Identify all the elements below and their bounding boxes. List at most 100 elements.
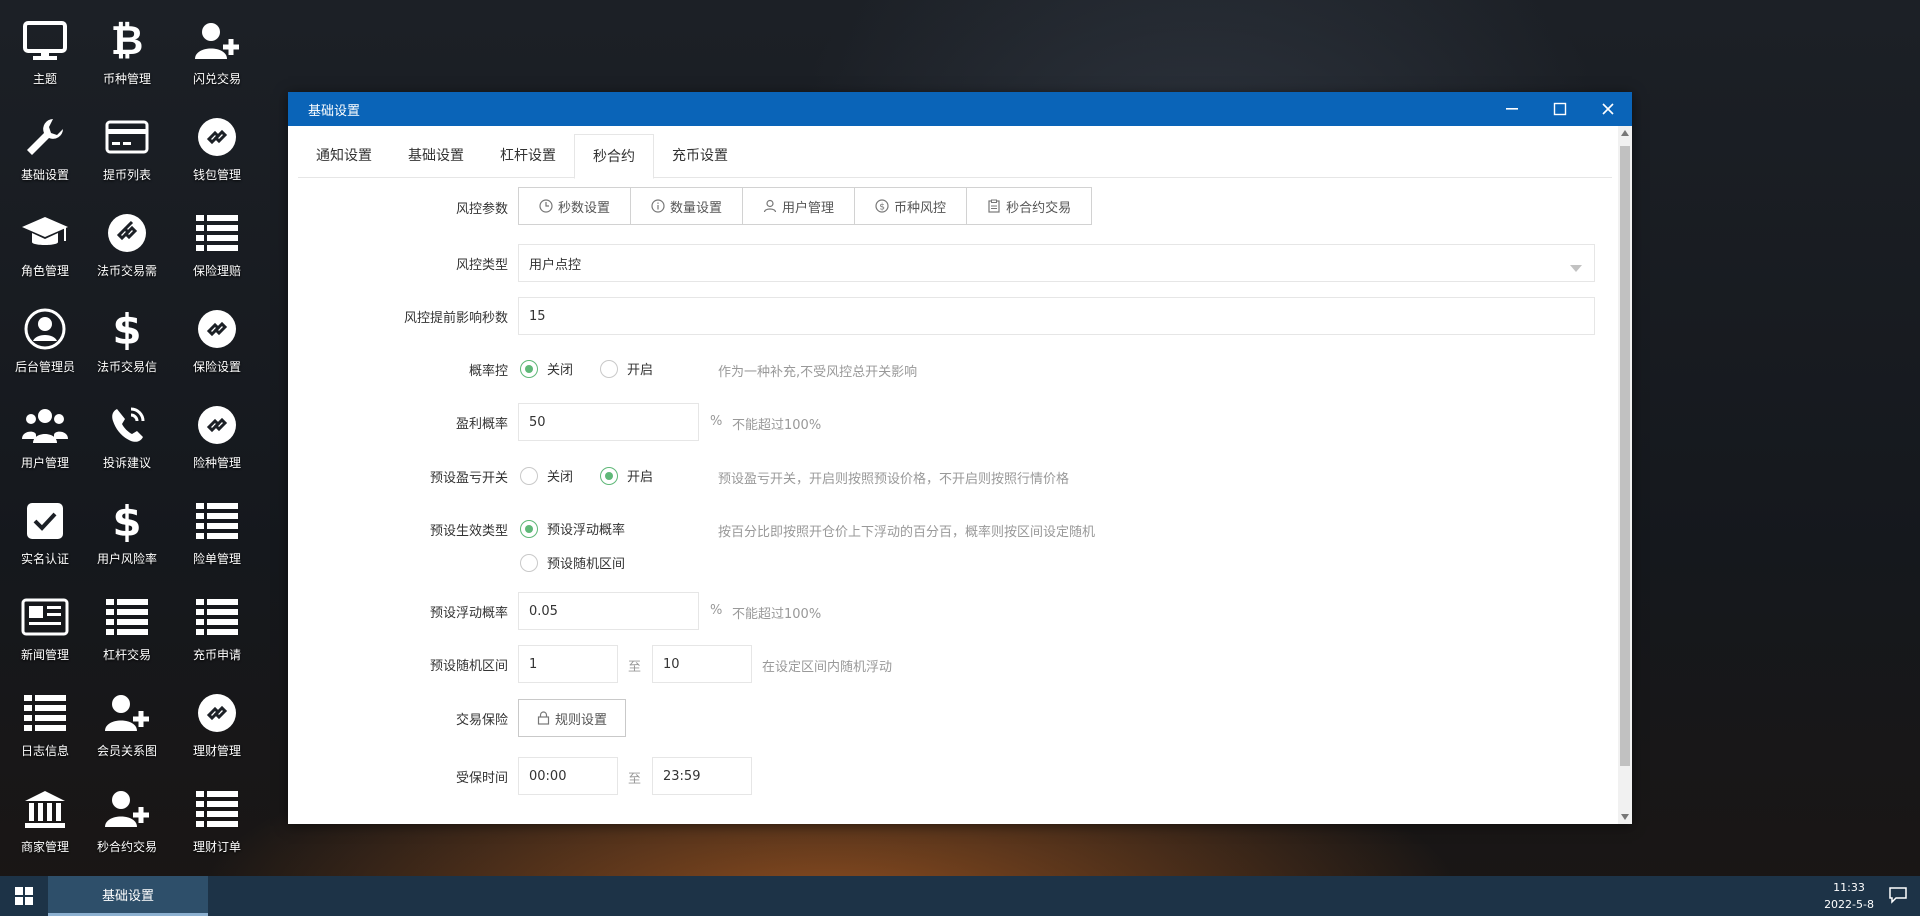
close-button[interactable] bbox=[1584, 92, 1632, 126]
scroll-down-arrow-icon[interactable] bbox=[1621, 814, 1629, 820]
users-group-icon bbox=[17, 398, 73, 452]
tab-basic-settings[interactable]: 基础设置 bbox=[390, 134, 482, 178]
radio-checked-icon bbox=[520, 519, 538, 538]
radio-checked-icon bbox=[520, 359, 538, 378]
desktop-icon-insurance-claims[interactable]: 保险理赔 bbox=[172, 192, 262, 284]
desktop-icon-insurance-settings[interactable]: 保险设置 bbox=[172, 288, 262, 380]
tab-second-contract[interactable]: 秒合约 bbox=[574, 134, 654, 179]
preset-type-label: 预设生效类型 bbox=[429, 524, 508, 539]
desktop-icons: 主题 基础设置 角色管理 后台管理员 用户管理 实名认证 新闻管理 日志信息 商… bbox=[0, 0, 250, 876]
desktop-icon-flash-exchange[interactable]: 闪兑交易 bbox=[172, 0, 262, 92]
list-icon bbox=[189, 494, 245, 548]
desktop-icon-policy-management[interactable]: 险单管理 bbox=[172, 480, 262, 572]
list-icon bbox=[189, 206, 245, 260]
preset-switch-on-radio[interactable]: 开启 bbox=[600, 466, 653, 485]
minimize-button[interactable] bbox=[1488, 92, 1536, 126]
tab-deposit-settings[interactable]: 充币设置 bbox=[654, 134, 746, 178]
quantity-settings-button[interactable]: 数量设置 bbox=[631, 188, 744, 224]
desktop-icon-fiat-demand[interactable]: 法币交易需 bbox=[82, 192, 172, 284]
rule-settings-button[interactable]: 规则设置 bbox=[518, 699, 627, 737]
desktop-icon-basic-settings[interactable]: 基础设置 bbox=[0, 96, 90, 188]
preset-type-float-radio[interactable]: 预设浮动概率 bbox=[520, 519, 625, 538]
preset-type-hint: 按百分比即按照开仓价上下浮动的百分百，概率则按区间设定随机 bbox=[718, 525, 1096, 540]
dollar-circle-icon: $ bbox=[875, 199, 889, 213]
system-clock[interactable]: 11:33 2022-5-8 bbox=[1824, 879, 1874, 913]
prob-control-on-radio[interactable]: 开启 bbox=[600, 359, 653, 378]
protect-time-label: 受保时间 bbox=[455, 771, 508, 786]
preset-type-random-radio[interactable]: 预设随机区间 bbox=[520, 553, 625, 572]
random-range-label: 预设随机区间 bbox=[429, 659, 508, 674]
preset-switch-off-radio[interactable]: 关闭 bbox=[520, 466, 573, 485]
radio-checked-icon bbox=[600, 466, 618, 485]
desktop-icon-second-contract-trade[interactable]: 秒合约交易 bbox=[82, 768, 172, 860]
start-button[interactable] bbox=[0, 876, 48, 916]
prob-control-off-radio[interactable]: 关闭 bbox=[520, 359, 573, 378]
profit-prob-input[interactable]: 50 bbox=[518, 403, 699, 441]
taskbar-item-basic-settings[interactable]: 基础设置 bbox=[48, 876, 208, 916]
desktop-icon-insurance-types[interactable]: 险种管理 bbox=[172, 384, 262, 476]
random-range-to-label: 至 bbox=[628, 660, 642, 675]
desktop-icon-logs[interactable]: 日志信息 bbox=[0, 672, 90, 764]
coin-risk-button[interactable]: $ 币种风控 bbox=[855, 188, 968, 224]
risk-seconds-input[interactable]: 15 bbox=[518, 297, 1595, 335]
dollar-icon: $ bbox=[112, 304, 142, 354]
notification-button[interactable] bbox=[1888, 886, 1908, 908]
desktop-icon-admin[interactable]: 后台管理员 bbox=[0, 288, 90, 380]
windows-logo-icon bbox=[15, 887, 33, 905]
tab-leverage-settings[interactable]: 杠杆设置 bbox=[482, 134, 574, 178]
desktop-icon-theme[interactable]: 主题 bbox=[0, 0, 90, 92]
maximize-icon bbox=[1553, 102, 1567, 116]
link-circle-icon bbox=[189, 398, 245, 452]
user-management-button[interactable]: 用户管理 bbox=[743, 188, 856, 224]
second-contract-trade-button[interactable]: 秒合约交易 bbox=[967, 188, 1091, 224]
preset-switch-label: 预设盈亏开关 bbox=[429, 471, 508, 486]
desktop-icon-coin-management[interactable]: ₿ 币种管理 bbox=[82, 0, 172, 92]
seconds-settings-button[interactable]: 秒数设置 bbox=[519, 188, 632, 224]
desktop-icon-deposit-requests[interactable]: 充币申请 bbox=[172, 576, 262, 668]
desktop-icon-news[interactable]: 新闻管理 bbox=[0, 576, 90, 668]
risk-seconds-label: 风控提前影响秒数 bbox=[403, 311, 508, 326]
desktop-icon-user-risk[interactable]: $ 用户风险率 bbox=[82, 480, 172, 572]
desktop-icon-role-management[interactable]: 角色管理 bbox=[0, 192, 90, 284]
random-range-from-input[interactable]: 1 bbox=[518, 645, 618, 683]
desktop-icon-user-management[interactable]: 用户管理 bbox=[0, 384, 90, 476]
desktop-icon-real-name[interactable]: 实名认证 bbox=[0, 480, 90, 572]
phone-icon bbox=[99, 398, 155, 452]
desktop-icon-member-relations[interactable]: 会员关系图 bbox=[82, 672, 172, 764]
desktop-icon-wallet[interactable]: 钱包管理 bbox=[172, 96, 262, 188]
list-icon bbox=[99, 590, 155, 644]
scrollbar-thumb[interactable] bbox=[1620, 146, 1630, 766]
link-circle-icon bbox=[189, 686, 245, 740]
tab-bar: 通知设置 基础设置 杠杆设置 秒合约 充币设置 bbox=[298, 134, 1612, 179]
maximize-button[interactable] bbox=[1536, 92, 1584, 126]
desktop-icon-complaints[interactable]: 投诉建议 bbox=[82, 384, 172, 476]
window-titlebar[interactable]: 基础设置 bbox=[288, 92, 1632, 126]
tab-notification-settings[interactable]: 通知设置 bbox=[298, 134, 390, 178]
desktop-icon-finance-management[interactable]: 理财管理 bbox=[172, 672, 262, 764]
user-plus-icon bbox=[99, 686, 155, 740]
protect-time-to-input[interactable]: 23:59 bbox=[652, 757, 752, 795]
scroll-up-arrow-icon[interactable] bbox=[1621, 130, 1629, 136]
random-range-to-input[interactable]: 10 bbox=[652, 645, 752, 683]
protect-time-from-input[interactable]: 00:00 bbox=[518, 757, 618, 795]
clock-time: 11:33 bbox=[1833, 881, 1865, 894]
radio-unchecked-icon bbox=[600, 359, 618, 378]
profit-prob-label: 盈利概率 bbox=[455, 417, 508, 432]
profit-prob-hint: 不能超过100% bbox=[732, 418, 822, 433]
vertical-scrollbar[interactable] bbox=[1618, 126, 1632, 824]
desktop-icon-fiat-info[interactable]: $ 法币交易信 bbox=[82, 288, 172, 380]
user-icon bbox=[763, 199, 777, 213]
graduation-cap-icon bbox=[17, 206, 73, 260]
desktop-icon-finance-orders[interactable]: 理财订单 bbox=[172, 768, 262, 860]
desktop-icon-withdraw-list[interactable]: 提币列表 bbox=[82, 96, 172, 188]
list-icon bbox=[17, 686, 73, 740]
wrench-icon bbox=[17, 110, 73, 164]
desktop-icon-leverage-trade[interactable]: 杠杆交易 bbox=[82, 576, 172, 668]
svg-text:$: $ bbox=[879, 203, 885, 213]
desktop-icon-merchant[interactable]: 商家管理 bbox=[0, 768, 90, 860]
float-prob-input[interactable]: 0.05 bbox=[518, 592, 699, 630]
info-icon bbox=[651, 199, 665, 213]
dollar-icon: $ bbox=[112, 496, 142, 546]
risk-type-select[interactable]: 用户点控 bbox=[518, 244, 1595, 282]
clock-date: 2022-5-8 bbox=[1824, 898, 1874, 911]
